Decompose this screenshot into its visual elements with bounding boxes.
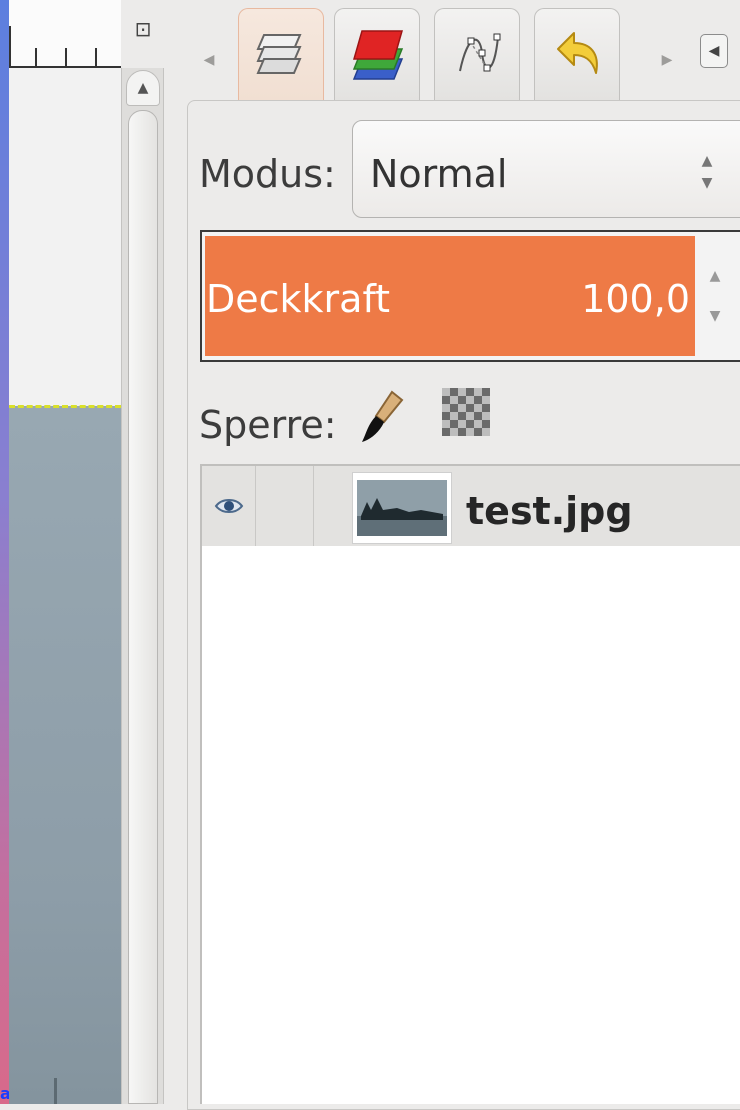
- vertical-scrollbar-thumb[interactable]: [128, 110, 158, 1104]
- ruler-tick: [65, 48, 67, 66]
- layers-icon: [256, 34, 302, 74]
- opacity-label: Deckkraft: [206, 277, 391, 321]
- paintbrush-icon[interactable]: [358, 386, 408, 446]
- image-canvas[interactable]: [9, 406, 121, 1104]
- mode-value: Normal: [370, 152, 508, 196]
- mode-label: Modus:: [199, 152, 336, 196]
- opacity-value[interactable]: 100,0: [540, 274, 690, 324]
- spin-arrows-icon[interactable]: ▲ ▼: [700, 256, 730, 336]
- select-arrows-icon: ▲ ▼: [701, 153, 713, 191]
- dock-menu-icon[interactable]: ◀: [700, 34, 728, 68]
- horizontal-ruler[interactable]: [9, 0, 121, 68]
- paths-icon: [459, 33, 501, 72]
- layer-name[interactable]: test.jpg: [466, 484, 633, 538]
- zoom-icon[interactable]: ⊡: [128, 12, 158, 46]
- layer-thumbnail: [357, 480, 447, 536]
- scroll-up-arrow-icon[interactable]: ▲: [126, 70, 160, 106]
- ruler-tick: [35, 48, 37, 66]
- canvas-padding: [9, 68, 121, 406]
- checkerboard-icon[interactable]: [442, 388, 490, 436]
- desktop-background-strip: [0, 0, 9, 1104]
- layer-list[interactable]: [200, 464, 740, 1104]
- undo-icon: [557, 32, 598, 74]
- tab-undo-history[interactable]: [534, 8, 620, 100]
- tab-layers[interactable]: [238, 8, 324, 100]
- ruler-tick: [95, 48, 97, 66]
- lock-label: Sperre:: [199, 403, 337, 447]
- image-detail: [54, 1078, 57, 1104]
- layer-chain-cell[interactable]: [256, 466, 314, 546]
- chevron-left-icon[interactable]: ◀: [198, 40, 220, 80]
- eye-icon[interactable]: [214, 496, 244, 516]
- tab-channels[interactable]: [334, 8, 420, 100]
- selection-marching-ants: [9, 405, 121, 408]
- channels-icon: [352, 30, 404, 80]
- tab-paths[interactable]: [434, 8, 520, 100]
- ruler-tick: [9, 26, 11, 66]
- chevron-right-icon[interactable]: ▶: [656, 40, 678, 80]
